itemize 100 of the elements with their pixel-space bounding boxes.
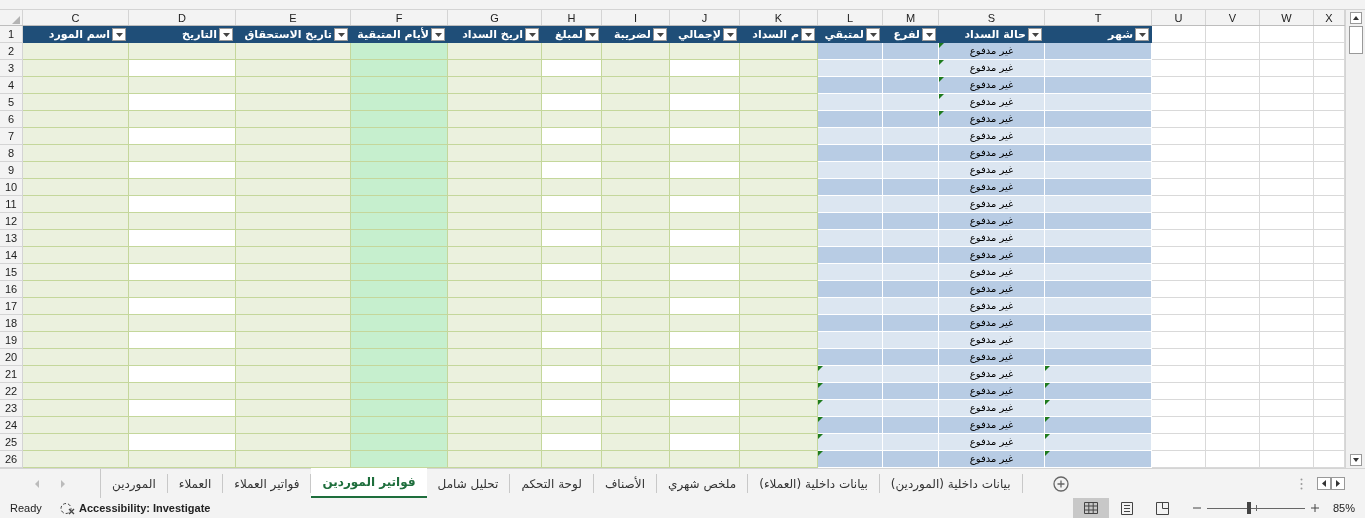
row-number[interactable]: 21	[0, 366, 23, 383]
scroll-down-icon[interactable]	[1349, 454, 1362, 466]
header-label: لإجمالي	[678, 27, 721, 42]
column-letter[interactable]: F	[351, 10, 448, 25]
filter-dropdown-button[interactable]	[1135, 28, 1149, 41]
row-number[interactable]: 25	[0, 434, 23, 451]
sheet-tab[interactable]: فواتير الموردين	[311, 468, 427, 498]
row-number[interactable]: 22	[0, 383, 23, 400]
column-letter[interactable]: H	[542, 10, 602, 25]
row-number[interactable]: 7	[0, 128, 23, 145]
column-letter[interactable]: W	[1260, 10, 1314, 25]
status-text: غير مدفوع	[969, 214, 1014, 228]
column-letter[interactable]: J	[670, 10, 740, 25]
row-number[interactable]: 19	[0, 332, 23, 349]
caret-icon	[1138, 32, 1146, 37]
filter-dropdown-button[interactable]	[585, 28, 599, 41]
row-number[interactable]: 15	[0, 264, 23, 281]
column-letter[interactable]: T	[1045, 10, 1152, 25]
view-button[interactable]	[1072, 498, 1109, 518]
column-letter[interactable]: E	[236, 10, 351, 25]
status-text: غير مدفوع	[969, 44, 1014, 58]
row-number[interactable]: 1	[0, 26, 23, 43]
column-letter[interactable]: I	[602, 10, 670, 25]
row-number[interactable]: 23	[0, 400, 23, 417]
row-number[interactable]: 26	[0, 451, 23, 468]
filter-dropdown-button[interactable]	[723, 28, 737, 41]
row-number[interactable]: 3	[0, 60, 23, 77]
scroll-right-icon[interactable]	[1331, 477, 1345, 490]
row-number[interactable]: 24	[0, 417, 23, 434]
column-letter[interactable]: V	[1206, 10, 1260, 25]
filter-dropdown-button[interactable]	[866, 28, 880, 41]
status-text: غير مدفوع	[969, 197, 1014, 211]
row-number[interactable]: 13	[0, 230, 23, 247]
header-label: تاريخ الاستحقاق	[244, 27, 332, 42]
status-text: غير مدفوع	[969, 282, 1014, 296]
zoom-level[interactable]: 85%	[1332, 499, 1355, 517]
sheet-tab[interactable]: الأصناف	[593, 474, 657, 493]
filter-dropdown-button[interactable]	[1028, 28, 1042, 41]
row-number[interactable]: 20	[0, 349, 23, 366]
column-letter[interactable]: U	[1152, 10, 1206, 25]
zoom-in-icon[interactable]	[1310, 504, 1319, 512]
column-letter[interactable]: S	[939, 10, 1045, 25]
filter-dropdown-button[interactable]	[525, 28, 539, 41]
column-letter[interactable]: K	[740, 10, 818, 25]
scroll-thumb[interactable]	[1348, 26, 1363, 54]
add-sheet-icon[interactable]	[1052, 475, 1069, 492]
row-number[interactable]: 9	[0, 162, 23, 179]
column-letter[interactable]: M	[883, 10, 939, 25]
row-number[interactable]: 6	[0, 111, 23, 128]
row-number[interactable]: 2	[0, 43, 23, 60]
row-number[interactable]: 17	[0, 298, 23, 315]
column-letter[interactable]: D	[129, 10, 236, 25]
sheet-tab[interactable]: ملخص شهري	[657, 474, 749, 493]
zoom-slider[interactable]	[1206, 502, 1305, 514]
row-number[interactable]: 5	[0, 94, 23, 111]
status-text: غير مدفوع	[969, 384, 1014, 398]
filter-dropdown-button[interactable]	[922, 28, 936, 41]
more-options-icon[interactable]	[1300, 477, 1303, 490]
sheet-tab[interactable]: بيانات داخلية (العملاء)	[748, 474, 880, 493]
column-letter[interactable]: L	[818, 10, 883, 25]
vertical-scrollbar[interactable]	[1345, 10, 1365, 468]
status-text: غير مدفوع	[969, 95, 1014, 109]
sheet-tab[interactable]: فواتير العملاء	[223, 474, 312, 493]
sheet-tab[interactable]: بيانات داخلية (الموردين)	[879, 474, 1023, 493]
page-break-icon	[1156, 501, 1170, 515]
filter-dropdown-button[interactable]	[334, 28, 348, 41]
zoom-thumb[interactable]	[1247, 502, 1252, 514]
row-number[interactable]: 12	[0, 213, 23, 230]
header-label: لضريبة	[613, 27, 651, 42]
caret-icon	[804, 32, 812, 37]
header-label: التاريخ	[182, 27, 217, 42]
status-text: غير مدفوع	[969, 248, 1014, 262]
page-icon	[1120, 501, 1133, 515]
status-text: غير مدفوع	[969, 333, 1014, 347]
row-number[interactable]: 18	[0, 315, 23, 332]
caret-icon	[726, 32, 734, 37]
status-text: غير مدفوع	[969, 367, 1014, 381]
status-text: غير مدفوع	[969, 163, 1014, 177]
scroll-up-icon[interactable]	[1349, 12, 1362, 24]
sheet-tab[interactable]: العملاء	[167, 474, 224, 493]
filter-dropdown-button[interactable]	[431, 28, 445, 41]
accessibility-button[interactable]: Accessibility: Investigate	[60, 499, 211, 517]
column-letter[interactable]: C	[23, 10, 129, 25]
filter-dropdown-button[interactable]	[653, 28, 667, 41]
header-label: لمبلغ	[555, 27, 583, 42]
column-letter[interactable]: G	[448, 10, 542, 25]
sheet-tab[interactable]: الموردين	[101, 474, 168, 493]
row-number[interactable]: 14	[0, 247, 23, 264]
row-number[interactable]: 10	[0, 179, 23, 196]
row-number[interactable]: 16	[0, 281, 23, 298]
filter-dropdown-button[interactable]	[112, 28, 126, 41]
filter-dropdown-button[interactable]	[219, 28, 233, 41]
row-number[interactable]: 4	[0, 77, 23, 94]
row-number[interactable]: 11	[0, 196, 23, 213]
row-number[interactable]: 8	[0, 145, 23, 162]
scroll-left-icon[interactable]	[1317, 477, 1331, 490]
caret-icon	[588, 32, 596, 37]
sheet-tab[interactable]: لوحة التحكم	[510, 474, 594, 493]
header-label: شهر	[1108, 27, 1133, 42]
filter-dropdown-button[interactable]	[801, 28, 815, 41]
